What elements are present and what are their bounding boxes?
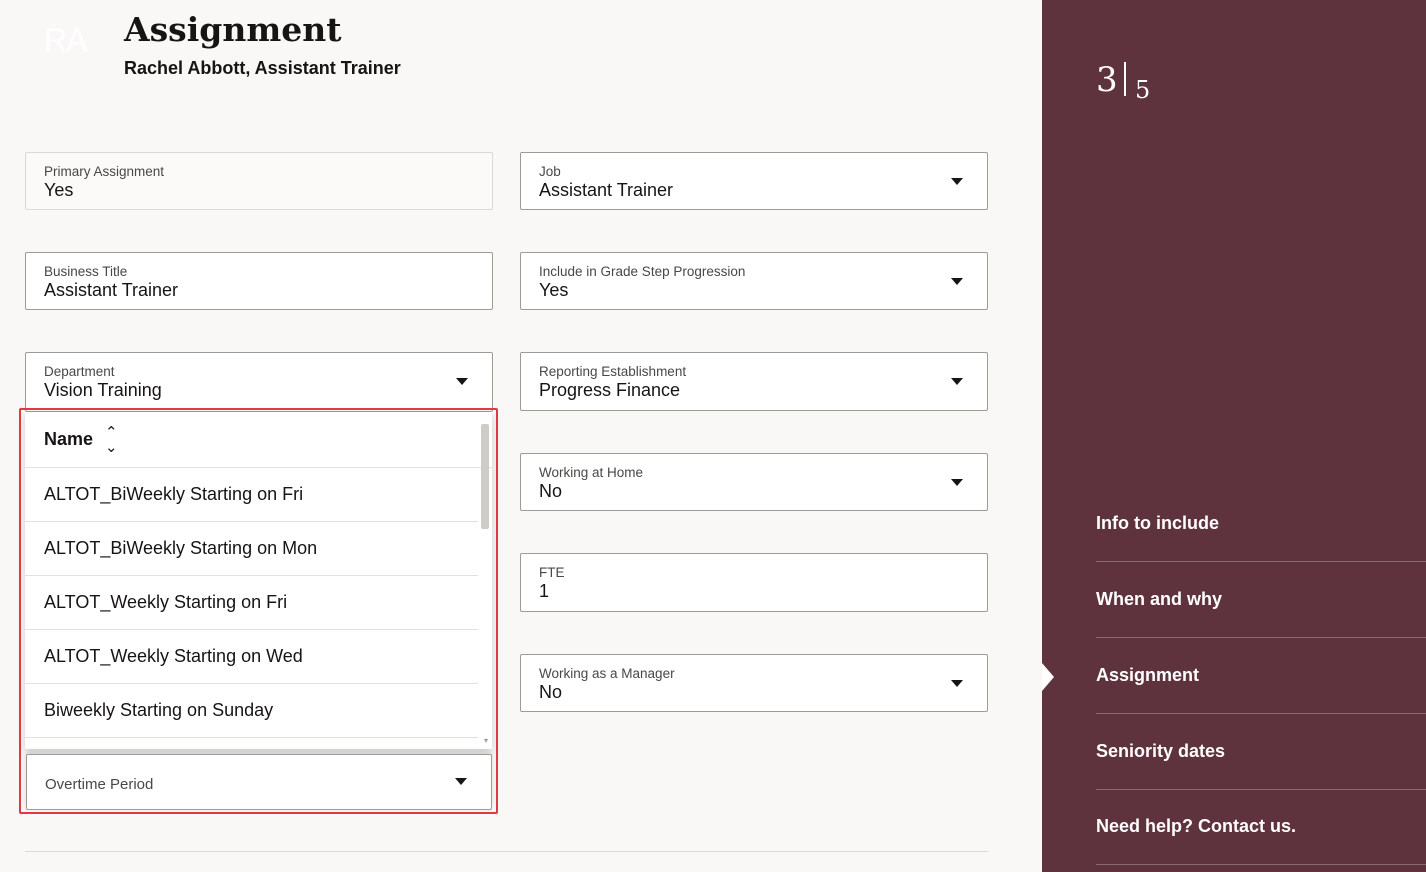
field-label: Overtime Period bbox=[45, 776, 154, 793]
chevron-down-icon[interactable] bbox=[951, 178, 963, 185]
column-header-name[interactable]: Name ⌃ ⌄ bbox=[25, 412, 492, 468]
working-as-manager-select[interactable]: Working as a Manager No bbox=[520, 654, 988, 712]
field-value[interactable]: Vision Training bbox=[44, 380, 162, 401]
nav-item-assignment[interactable]: Assignment bbox=[1096, 638, 1426, 714]
field-value[interactable]: 1 bbox=[539, 581, 549, 602]
field-label: Working at Home bbox=[539, 465, 644, 480]
field-label: Job bbox=[539, 164, 561, 179]
chevron-down-icon[interactable] bbox=[456, 378, 468, 385]
page-title: Assignment bbox=[124, 10, 342, 49]
dropdown-option[interactable]: ALTOT_Weekly Starting on Wed bbox=[25, 630, 478, 684]
avatar: RA bbox=[44, 22, 87, 58]
working-at-home-select[interactable]: Working at Home No bbox=[520, 453, 988, 511]
dropdown-option[interactable]: ALTOT_BiWeekly Starting on Fri bbox=[25, 468, 478, 522]
field-value[interactable]: No bbox=[539, 682, 562, 703]
overtime-period-select[interactable]: Overtime Period bbox=[26, 754, 492, 810]
field-value: Yes bbox=[44, 180, 74, 200]
active-step-pointer-icon bbox=[1042, 663, 1054, 691]
column-header-label: Name bbox=[44, 429, 94, 449]
field-label: Primary Assignment bbox=[44, 164, 165, 179]
nav-item-when-and-why[interactable]: When and why bbox=[1096, 562, 1426, 638]
primary-assignment-field: Primary Assignment Yes bbox=[25, 152, 493, 210]
field-label: Department bbox=[44, 364, 115, 379]
nav-item-info-to-include[interactable]: Info to include bbox=[1096, 486, 1426, 562]
chevron-down-icon[interactable] bbox=[951, 479, 963, 486]
dropdown-option[interactable]: ALTOT_Weekly Starting on Fri bbox=[25, 576, 478, 630]
dropdown-option[interactable]: ALTOT_BiWeekly Starting on Mon bbox=[25, 522, 478, 576]
nav-item-need-help[interactable]: Need help? Contact us. bbox=[1096, 789, 1426, 865]
field-value[interactable]: No bbox=[539, 481, 562, 502]
scroll-down-icon[interactable]: ▾ bbox=[484, 736, 488, 745]
step-separator bbox=[1124, 62, 1126, 96]
business-title-input[interactable]: Business Title Assistant Trainer bbox=[25, 252, 493, 310]
chevron-down-icon[interactable] bbox=[951, 278, 963, 285]
department-dropdown-list[interactable]: Name ⌃ ⌄ ALTOT_BiWeekly Starting on Fri A… bbox=[25, 412, 492, 749]
step-current: 3 bbox=[1096, 60, 1118, 100]
chevron-down-icon[interactable] bbox=[951, 680, 963, 687]
page-subtitle: Rachel Abbott, Assistant Trainer bbox=[124, 58, 401, 78]
field-label: Working as a Manager bbox=[539, 666, 675, 681]
main-panel: RA Assignment Rachel Abbott, Assistant T… bbox=[0, 0, 1042, 872]
dropdown-scrollbar[interactable] bbox=[481, 424, 489, 529]
field-label: FTE bbox=[539, 565, 565, 580]
field-label: Business Title bbox=[44, 264, 128, 279]
field-label: Reporting Establishment bbox=[539, 364, 687, 379]
reporting-establishment-select[interactable]: Reporting Establishment Progress Finance bbox=[520, 352, 988, 411]
field-value[interactable]: Yes bbox=[539, 280, 568, 301]
grade-step-progression-select[interactable]: Include in Grade Step Progression Yes bbox=[520, 252, 988, 310]
dropdown-option[interactable]: Biweekly Starting on Sunday bbox=[25, 684, 478, 738]
step-total: 5 bbox=[1135, 76, 1151, 104]
job-select[interactable]: Job Assistant Trainer bbox=[520, 152, 988, 210]
field-value[interactable]: Assistant Trainer bbox=[539, 180, 673, 201]
department-select[interactable]: Department Vision Training bbox=[25, 352, 493, 412]
sort-icon[interactable]: ⌃ ⌄ bbox=[105, 425, 118, 455]
field-label: Include in Grade Step Progression bbox=[539, 264, 746, 279]
chevron-down-icon[interactable] bbox=[951, 378, 963, 385]
chevron-down-icon[interactable] bbox=[455, 778, 467, 785]
field-value[interactable]: Progress Finance bbox=[539, 380, 680, 401]
divider bbox=[25, 851, 988, 852]
nav-item-seniority-dates[interactable]: Seniority dates bbox=[1096, 714, 1426, 790]
field-value[interactable]: Assistant Trainer bbox=[44, 280, 178, 301]
guided-process-sidebar: 3 5 Info to include When and why Assignm… bbox=[1042, 0, 1426, 872]
fte-input[interactable]: FTE 1 bbox=[520, 553, 988, 612]
